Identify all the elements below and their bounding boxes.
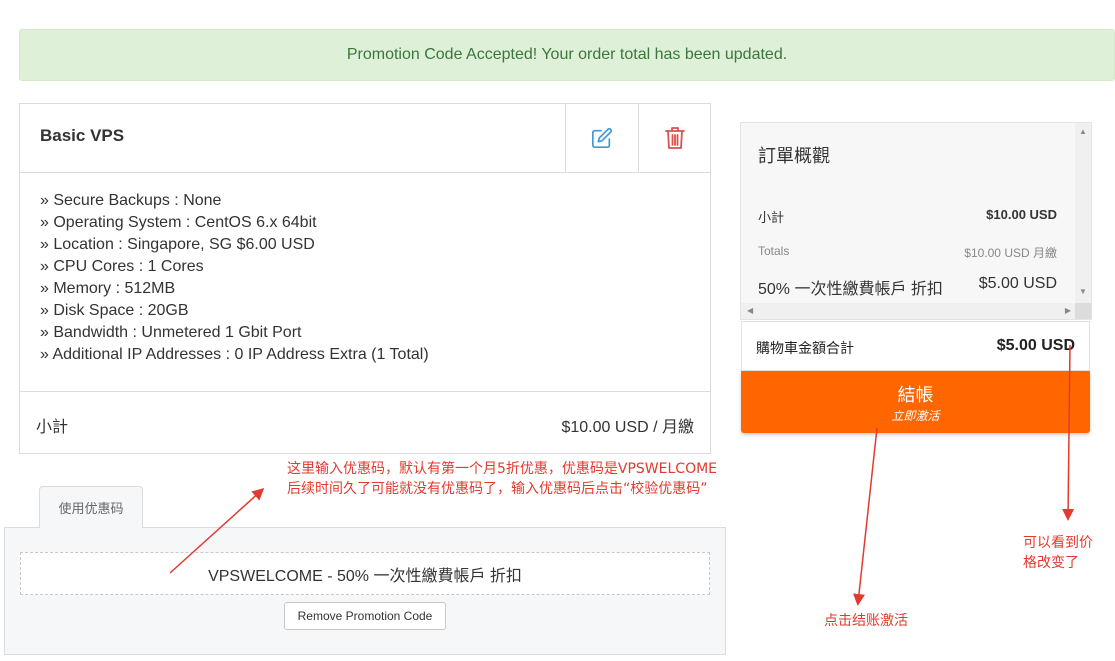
- promo-annotation-line: 后续时间久了可能就没有优惠码了，输入优惠码后点击“校验优惠码”: [287, 481, 708, 497]
- product-card: Basic VPS » Secure Backups : None » Oper…: [19, 103, 711, 454]
- cart-total-row: 購物車金額合計 $5.00 USD: [741, 321, 1090, 371]
- promo-panel: VPSWELCOME - 50% 一次性繳費帳戶 折扣 Remove Promo…: [4, 527, 726, 655]
- price-annotation-line: 可以看到价: [1023, 535, 1093, 551]
- summary-subtotal-value: $10.00 USD: [986, 207, 1057, 222]
- detail-line: » CPU Cores : 1 Cores: [40, 258, 204, 275]
- product-title: Basic VPS: [40, 126, 125, 145]
- tab-use-promo-code[interactable]: 使用优惠码: [39, 486, 143, 528]
- promo-annotation: 这里输入优惠码，默认有第一个月5折优惠，优惠码是VPSWELCOME 后续时间久…: [287, 459, 717, 499]
- promo-success-alert: Promotion Code Accepted! Your order tota…: [19, 29, 1115, 81]
- product-subtotal-value: $10.00 USD / 月繳: [561, 419, 694, 436]
- detail-line: » Location : Singapore, SG $6.00 USD: [40, 236, 315, 253]
- order-summary: 訂單概觀 小計 $10.00 USD Totals $10.00 USD 月繳 …: [740, 122, 1092, 320]
- product-subtotal-label: 小計: [36, 419, 69, 436]
- detail-line: » Disk Space : 20GB: [40, 302, 189, 319]
- scroll-up-icon[interactable]: ▲: [1079, 127, 1087, 136]
- detail-line: » Memory : 512MB: [40, 280, 176, 297]
- checkout-label: 結帳: [897, 385, 934, 405]
- horizontal-scrollbar[interactable]: ◀ ▶: [741, 303, 1077, 319]
- edit-product-button[interactable]: [565, 104, 637, 172]
- summary-subtotal-label: 小計: [758, 210, 785, 225]
- price-annotation-line: 格改变了: [1023, 555, 1079, 571]
- product-details: » Secure Backups : None » Operating Syst…: [40, 190, 429, 366]
- scrollbar-corner: [1075, 303, 1091, 319]
- remove-promo-button[interactable]: Remove Promotion Code: [284, 602, 446, 630]
- detail-line: » Additional IP Addresses : 0 IP Address…: [40, 346, 429, 363]
- cart-total-value: $5.00 USD: [996, 337, 1075, 354]
- detail-line: » Bandwidth : Unmetered 1 Gbit Port: [40, 324, 302, 341]
- product-header: Basic VPS: [20, 104, 710, 173]
- applied-promo-code: VPSWELCOME - 50% 一次性繳費帳戶 折扣: [20, 552, 710, 595]
- price-annotation: 可以看到价 格改变了: [1023, 533, 1093, 573]
- cart-total-label: 購物車金額合計: [756, 340, 854, 356]
- scroll-left-icon[interactable]: ◀: [747, 306, 753, 315]
- summary-discount-label: 50% 一次性繳費帳戶 折扣: [758, 281, 943, 298]
- summary-totals-label: Totals: [758, 244, 790, 258]
- detail-line: » Secure Backups : None: [40, 192, 222, 209]
- checkout-button[interactable]: 結帳 立即激活: [741, 371, 1090, 433]
- detail-line: » Operating System : CentOS 6.x 64bit: [40, 214, 317, 231]
- edit-icon: [591, 127, 612, 148]
- checkout-arrow: [853, 427, 878, 606]
- product-subtotal-row: 小計 $10.00 USD / 月繳: [20, 391, 710, 454]
- scroll-right-icon[interactable]: ▶: [1065, 306, 1071, 315]
- checkout-annotation: 点击结账激活: [824, 613, 908, 629]
- scroll-down-icon[interactable]: ▼: [1079, 287, 1087, 296]
- delete-product-button[interactable]: [638, 104, 710, 172]
- order-summary-title: 訂單概觀: [758, 146, 830, 166]
- promo-annotation-line: 这里输入优惠码，默认有第一个月5折优惠，优惠码是VPSWELCOME: [287, 461, 718, 477]
- trash-icon: [664, 127, 685, 149]
- vertical-scrollbar[interactable]: ▲ ▼: [1075, 123, 1091, 303]
- summary-totals-value: $10.00 USD 月繳: [964, 246, 1057, 260]
- alert-message: Promotion Code Accepted! Your order tota…: [346, 46, 788, 63]
- summary-discount-value: $5.00 USD: [978, 275, 1057, 292]
- checkout-sublabel: 立即激活: [891, 409, 940, 423]
